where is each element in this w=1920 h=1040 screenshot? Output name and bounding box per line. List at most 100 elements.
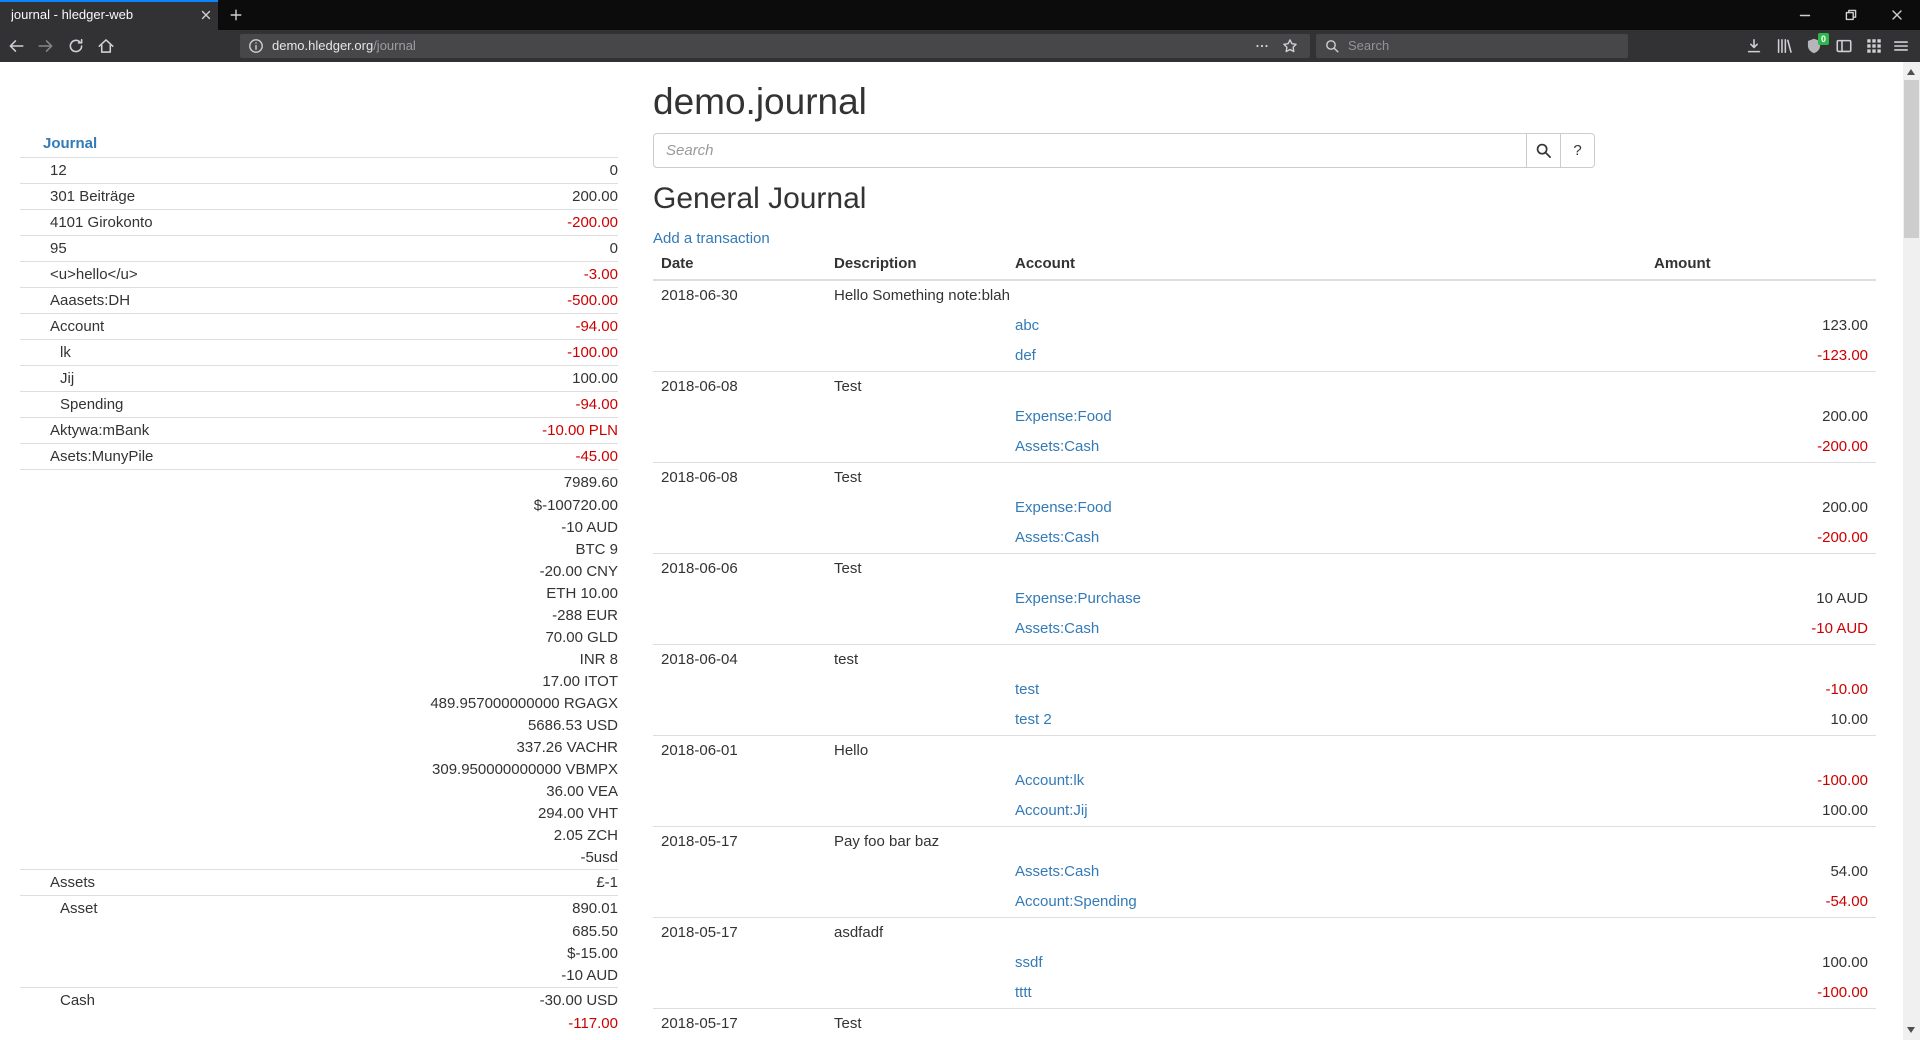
download-icon[interactable] (1745, 37, 1763, 55)
posting-account-link[interactable]: Account:Jij (1015, 802, 1088, 819)
sidebar-account-link[interactable]: Asset (60, 900, 98, 917)
tab-close-icon[interactable] (198, 7, 214, 23)
posting-account-link[interactable]: Account:lk (1015, 772, 1084, 789)
transaction-description: Pay foo bar baz (826, 827, 1007, 858)
sidebar-account-row: Cash-30.00 USD (20, 988, 618, 1014)
posting-account-cell: Account:Jij (1007, 796, 1646, 827)
url-bar[interactable]: demo.hledger.org/journal (240, 34, 1310, 58)
library-icon[interactable] (1775, 37, 1793, 55)
sidebar-account-link[interactable]: 4101 Girokonto (50, 214, 153, 231)
sidebar-account-balance: -10.00 PLN (268, 418, 618, 444)
add-transaction-row: Add a transaction (653, 229, 1876, 249)
column-header-account: Account (1007, 252, 1646, 280)
sidebar-account-balance: $-100720.00 (268, 495, 618, 517)
sidebar-accounts-table: 120301 Beiträge200.004101 Girokonto-200.… (20, 157, 618, 1035)
posting-account-link[interactable]: Assets:Cash (1015, 529, 1099, 546)
grid-icon[interactable] (1865, 37, 1883, 55)
sidebar-account-balance: -10 AUD (268, 965, 618, 988)
add-transaction-link[interactable]: Add a transaction (653, 230, 770, 247)
posting-account-link[interactable]: Expense:Purchase (1015, 590, 1141, 607)
help-button[interactable]: ? (1561, 133, 1595, 168)
sidebar-account-balance: -20.00 CNY (268, 561, 618, 583)
posting-account-link[interactable]: Account:Spending (1015, 893, 1137, 910)
browser-tab[interactable]: journal - hledger-web (0, 0, 218, 30)
new-tab-icon[interactable] (228, 7, 244, 23)
sidebar-account-link[interactable]: lk (60, 344, 71, 361)
transaction-date: 2018-06-08 (653, 372, 826, 403)
posting-account-link[interactable]: Expense:Food (1015, 408, 1112, 425)
posting-row: ssdf100.00 (653, 948, 1876, 978)
posting-account-link[interactable]: Assets:Cash (1015, 620, 1099, 637)
minimize-icon[interactable] (1782, 0, 1828, 30)
transaction-account-spacer (1007, 736, 1646, 767)
posting-description-spacer (826, 766, 1007, 796)
sidebar-account-link[interactable]: Asets:MunyPile (50, 448, 153, 465)
posting-description-spacer (826, 796, 1007, 827)
restore-icon[interactable] (1828, 0, 1874, 30)
posting-date-spacer (653, 614, 826, 645)
sidebar-account-link[interactable]: Assets (50, 874, 95, 891)
forward-icon[interactable] (32, 32, 60, 60)
posting-row: Account:Jij 100.00 (653, 796, 1876, 827)
scrollbar[interactable] (1903, 62, 1920, 1040)
posting-account-link[interactable]: Assets:Cash (1015, 863, 1099, 880)
menu-icon[interactable] (1892, 37, 1910, 55)
posting-account-link[interactable]: Expense:Food (1015, 499, 1112, 516)
posting-account-link[interactable]: abc (1015, 317, 1039, 334)
posting-account-cell: abc (1007, 311, 1646, 341)
posting-account-link[interactable]: test 2 (1015, 711, 1052, 728)
page-actions-icon[interactable] (1254, 38, 1270, 54)
sidebar-toggle-icon[interactable] (1835, 37, 1853, 55)
sidebar-account-name-cell (20, 671, 268, 693)
posting-row: Expense:Food200.00 (653, 402, 1876, 432)
sidebar-account-link[interactable]: Aktywa:mBank (50, 422, 149, 439)
transaction-title-row: 2018-05-17asdfadf (653, 918, 1876, 949)
posting-account-link[interactable]: ssdf (1015, 954, 1043, 971)
transaction-account-spacer (1007, 645, 1646, 676)
posting-description-spacer (826, 614, 1007, 645)
scroll-up-icon[interactable] (1907, 69, 1915, 75)
tab-title: journal - hledger-web (11, 0, 189, 30)
sidebar-account-link[interactable]: 12 (50, 162, 67, 179)
posting-amount: 100.00 (1646, 796, 1876, 827)
bookmark-star-icon[interactable] (1282, 38, 1298, 54)
sidebar-account-row: Aktywa:mBank -10.00 PLN (20, 418, 618, 444)
posting-row: Assets:Cash-200.00 (653, 523, 1876, 554)
transaction-account-spacer (1007, 463, 1646, 494)
sidebar-account-link[interactable]: Jij (60, 370, 74, 387)
scroll-down-icon[interactable] (1907, 1027, 1915, 1033)
sidebar-account-link[interactable]: Spending (60, 396, 123, 413)
sidebar-account-name-cell: 301 Beiträge (20, 184, 268, 210)
close-icon[interactable] (1874, 0, 1920, 30)
sidebar-account-link[interactable]: 95 (50, 240, 67, 257)
home-icon[interactable] (92, 32, 120, 60)
posting-account-link[interactable]: tttt (1015, 984, 1032, 1001)
sidebar-account-link[interactable]: Cash (60, 992, 95, 1009)
sidebar-account-row: <u>hello</u>-3.00 (20, 262, 618, 288)
sidebar-account-row: -20.00 CNY (20, 561, 618, 583)
sidebar-account-name-cell (20, 470, 268, 496)
scrollbar-thumb[interactable] (1904, 80, 1919, 238)
search-input[interactable] (653, 133, 1527, 168)
browser-search-bar[interactable]: Search (1316, 34, 1628, 58)
posting-amount: -123.00 (1646, 341, 1876, 372)
sidebar-account-link[interactable]: Aaasets:DH (50, 292, 130, 309)
posting-account-link[interactable]: def (1015, 347, 1036, 364)
back-icon[interactable] (2, 32, 30, 60)
sidebar-account-link[interactable]: 301 Beiträge (50, 188, 135, 205)
transaction-description: Test (826, 1009, 1007, 1040)
posting-date-spacer (653, 978, 826, 1009)
posting-account-link[interactable]: Assets:Cash (1015, 438, 1099, 455)
sidebar-account-balance: 200.00 (268, 184, 618, 210)
sidebar-account-link[interactable]: Account (50, 318, 104, 335)
main-content: demo.journal ? General Journal Add a tra… (653, 62, 1876, 1039)
sidebar-journal-link[interactable]: Journal (43, 135, 97, 152)
info-icon[interactable] (248, 38, 264, 54)
posting-account-link[interactable]: test (1015, 681, 1039, 698)
sidebar-account-balance: 36.00 VEA (268, 781, 618, 803)
sidebar-account-link[interactable]: <u>hello</u> (50, 266, 138, 283)
reload-icon[interactable] (62, 32, 90, 60)
transaction-title-row: 2018-06-08Test (653, 463, 1876, 494)
adblocker-icon[interactable]: 0 (1805, 37, 1823, 55)
search-button[interactable] (1527, 133, 1561, 168)
